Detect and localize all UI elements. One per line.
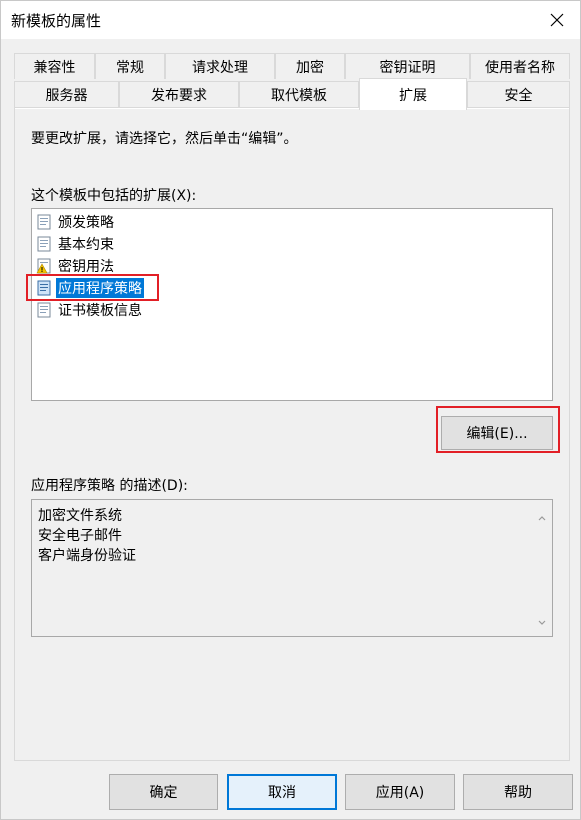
extensions-list-label: 这个模板中包括的扩展(X):	[31, 188, 197, 204]
tab-superseded-templates[interactable]: 取代模板	[239, 81, 359, 107]
highlight-box-selected-item	[26, 274, 159, 301]
description-box[interactable]: 加密文件系统 安全电子邮件 客户端身份验证	[31, 499, 553, 637]
tab-security[interactable]: 安全	[467, 81, 570, 107]
tab-compatibility[interactable]: 兼容性	[14, 53, 95, 79]
instruction-text: 要更改扩展，请选择它，然后单击“编辑”。	[31, 131, 298, 147]
description-line: 安全电子邮件	[38, 528, 122, 544]
extensions-listbox[interactable]: 颁发策略 基本约束 密钥用法 应用程序策略 证书模板信息	[31, 208, 553, 401]
tab-issuance-requirements[interactable]: 发布要求	[119, 81, 239, 107]
list-item[interactable]: 颁发策略	[36, 211, 116, 233]
scroll-up-icon[interactable]	[537, 513, 547, 523]
close-button[interactable]	[534, 1, 580, 39]
properties-dialog: 新模板的属性 兼容性 常规 请求处理 加密 密钥证明 使用者名称 服务器 发布要…	[0, 0, 581, 820]
list-item[interactable]: 基本约束	[36, 233, 116, 255]
close-icon	[550, 13, 564, 27]
tab-key-attestation[interactable]: 密钥证明	[345, 53, 470, 79]
description-label: 应用程序策略 的描述(D):	[31, 478, 188, 494]
tab-request-handling[interactable]: 请求处理	[165, 53, 275, 79]
apply-button[interactable]: 应用(A)	[345, 774, 455, 810]
list-item[interactable]: 证书模板信息	[36, 299, 144, 321]
description-line: 客户端身份验证	[38, 548, 136, 564]
title-bar: 新模板的属性	[1, 1, 580, 39]
help-button[interactable]: 帮助	[463, 774, 573, 810]
description-line: 加密文件系统	[38, 508, 122, 524]
window-title: 新模板的属性	[11, 12, 102, 30]
certificate-extension-warning-icon	[36, 258, 52, 274]
ok-button[interactable]: 确定	[109, 774, 218, 810]
highlight-box-edit-button	[436, 406, 560, 453]
scroll-down-icon[interactable]	[537, 618, 547, 628]
tab-extensions[interactable]: 扩展	[359, 78, 467, 110]
certificate-extension-icon	[36, 236, 52, 252]
tab-subject-name[interactable]: 使用者名称	[470, 53, 570, 79]
tab-general[interactable]: 常规	[95, 53, 165, 79]
certificate-extension-icon	[36, 302, 52, 318]
tab-server[interactable]: 服务器	[14, 81, 119, 107]
tab-cryptography[interactable]: 加密	[275, 53, 345, 79]
certificate-extension-icon	[36, 214, 52, 230]
cancel-button[interactable]: 取消	[227, 774, 337, 810]
